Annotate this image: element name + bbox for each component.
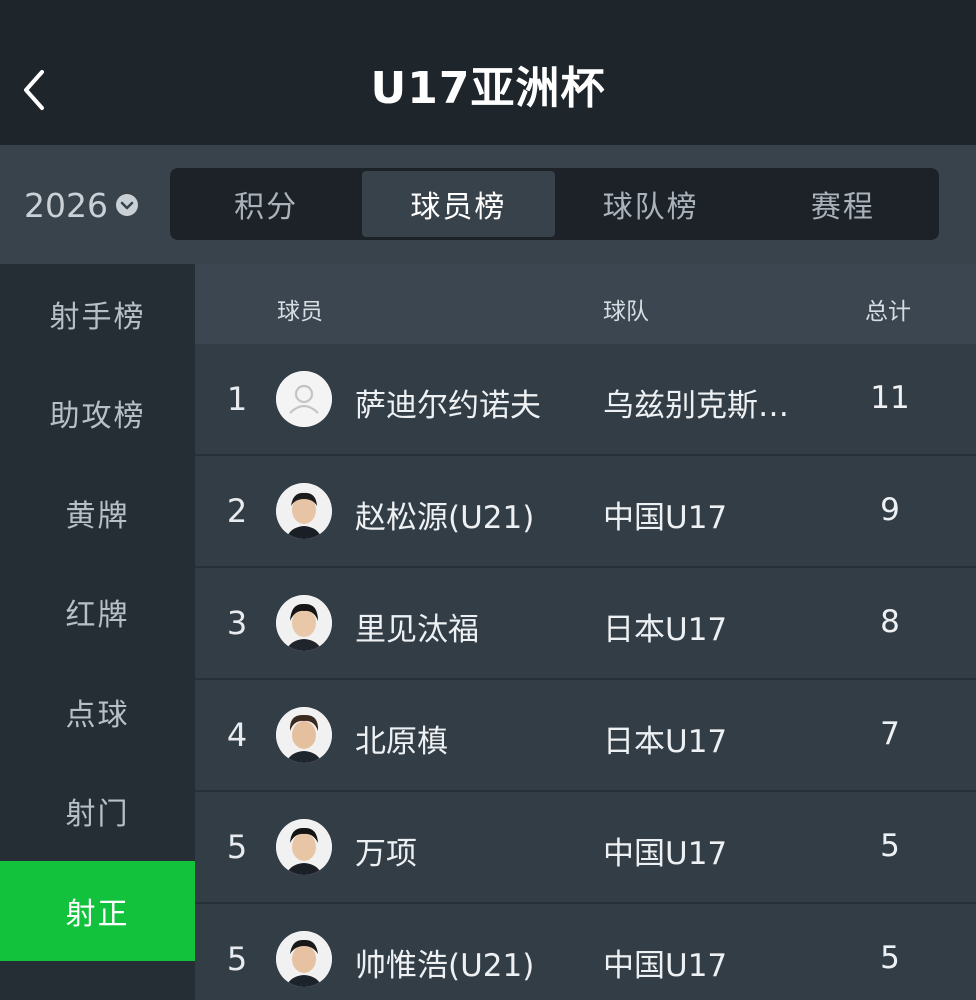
player-team: 中国U17 (603, 836, 728, 872)
player-team: 日本U17 (603, 612, 728, 648)
avatar (276, 931, 332, 987)
avatar-placeholder-icon (276, 371, 332, 427)
column-header-total: 总计 (865, 299, 911, 325)
season-value: 2026 (24, 185, 108, 225)
row-rank: 4 (226, 716, 248, 754)
player-total: 7 (880, 716, 900, 752)
app-root: U17亚洲杯 2026 积分 球员榜 球队榜 赛程 射手榜 助攻榜 黄牌 红牌 … (0, 0, 976, 1000)
chevron-down-icon (115, 194, 138, 216)
avatar (276, 819, 332, 875)
sidebar-item-assists[interactable]: 助攻榜 (0, 364, 195, 464)
player-name: 里见汰福 (355, 612, 479, 648)
table-row[interactable]: 2 赵松源(U21) 中国U17 9 (195, 456, 976, 568)
player-total: 8 (880, 604, 900, 640)
sidebar-item-shots[interactable]: 射门 (0, 762, 195, 862)
row-rank: 1 (226, 380, 248, 418)
player-name: 北原槙 (355, 724, 448, 760)
table-row[interactable]: 1 萨迪尔约诺夫 乌兹别克斯… 11 (195, 344, 976, 456)
player-total: 9 (880, 492, 900, 528)
table-row[interactable]: 3 里见汰福 日本U17 8 (195, 568, 976, 680)
sidebar-item-penalties[interactable]: 点球 (0, 662, 195, 762)
player-name: 万项 (355, 836, 417, 872)
avatar (276, 595, 332, 651)
tab-schedule[interactable]: 赛程 (747, 168, 939, 240)
column-header-player: 球员 (277, 299, 323, 325)
player-name: 赵松源(U21) (355, 500, 535, 536)
tab-player-rankings[interactable]: 球员榜 (362, 171, 555, 237)
season-selector[interactable]: 2026 (24, 183, 138, 227)
table-row[interactable]: 5 万项 中国U17 5 (195, 792, 976, 904)
sidebar-item-red-cards[interactable]: 红牌 (0, 563, 195, 663)
page-title: U17亚洲杯 (370, 63, 606, 114)
player-team: 中国U17 (603, 500, 728, 536)
table-header: 球员 球队 总计 (195, 264, 976, 344)
player-total: 5 (880, 940, 900, 976)
player-name: 帅惟浩(U21) (355, 948, 535, 984)
tab-team-rankings[interactable]: 球队榜 (555, 168, 747, 240)
row-rank: 2 (226, 492, 248, 530)
row-rank: 5 (226, 828, 248, 866)
player-ranking-table: 球员 球队 总计 1 萨迪尔约诺夫 乌兹别克斯… 11 2 赵松源(U21) 中… (195, 264, 976, 1000)
sidebar-item-shots-on-target[interactable]: 射正 (0, 861, 195, 961)
top-header: U17亚洲杯 (0, 0, 976, 145)
sidebar-item-top-scorers[interactable]: 射手榜 (0, 264, 195, 364)
player-team: 日本U17 (603, 724, 728, 760)
row-rank: 3 (226, 604, 248, 642)
row-rank: 5 (226, 940, 248, 978)
avatar (276, 483, 332, 539)
sidebar-item-yellow-cards[interactable]: 黄牌 (0, 463, 195, 563)
tab-standings[interactable]: 积分 (170, 168, 362, 240)
player-total: 5 (880, 828, 900, 864)
player-name: 萨迪尔约诺夫 (355, 388, 541, 424)
avatar (276, 707, 332, 763)
player-total: 11 (870, 380, 910, 416)
table-row[interactable]: 5 帅惟浩(U21) 中国U17 5 (195, 904, 976, 1000)
player-team: 中国U17 (603, 948, 728, 984)
stat-category-sidebar: 射手榜 助攻榜 黄牌 红牌 点球 射门 射正 (0, 264, 195, 1000)
column-header-team: 球队 (603, 299, 649, 325)
player-team: 乌兹别克斯… (603, 388, 789, 424)
tab-bar: 积分 球员榜 球队榜 赛程 (170, 168, 939, 240)
table-row[interactable]: 4 北原槙 日本U17 7 (195, 680, 976, 792)
